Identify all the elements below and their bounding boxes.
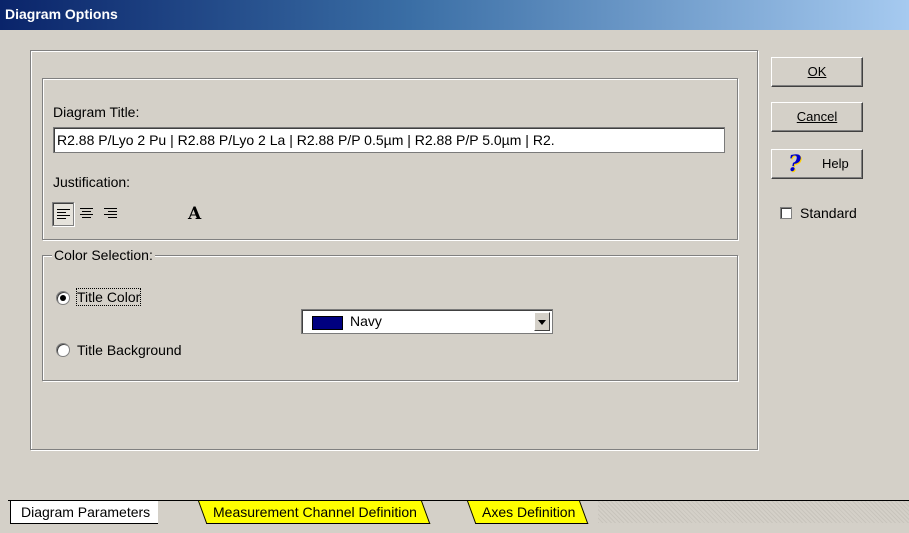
ok-button-label: OK	[807, 64, 827, 79]
help-button-label: Help	[822, 156, 849, 171]
color-swatch	[312, 316, 343, 330]
tab-strip-empty-area	[598, 501, 909, 523]
title-background-radio[interactable]	[56, 343, 70, 357]
tab-axes-definition-label: Axes Definition	[482, 504, 576, 520]
ok-button[interactable]: OK	[771, 57, 863, 87]
align-left-icon	[57, 209, 70, 221]
help-icon: ?	[788, 151, 801, 177]
align-center-button[interactable]	[76, 202, 98, 226]
tab-measurement-channel-definition-label: Measurement Channel Definition	[213, 504, 417, 520]
tab-measurement-channel-definition[interactable]: Measurement Channel Definition	[198, 501, 431, 524]
standard-label[interactable]: Standard	[800, 205, 857, 221]
font-button[interactable]: A	[188, 204, 201, 224]
title-bar: Diagram Options	[0, 0, 909, 30]
color-select-value: Navy	[350, 313, 382, 329]
cancel-button[interactable]: Cancel	[771, 102, 863, 132]
align-right-icon	[104, 208, 117, 220]
title-color-label[interactable]: Title Color	[75, 288, 142, 306]
align-center-icon	[80, 208, 93, 220]
help-button[interactable]: ? Help	[771, 149, 863, 179]
color-selection-legend: Color Selection:	[52, 247, 155, 263]
align-left-button[interactable]	[52, 202, 74, 226]
window-title: Diagram Options	[5, 6, 118, 22]
title-color-radio[interactable]	[56, 291, 70, 305]
chevron-down-icon[interactable]	[534, 312, 550, 331]
tab-diagram-parameters[interactable]: Diagram Parameters	[10, 501, 159, 524]
title-background-label[interactable]: Title Background	[77, 342, 182, 358]
color-select[interactable]: Navy	[301, 309, 553, 334]
tab-diagram-parameters-label: Diagram Parameters	[21, 504, 151, 520]
cancel-button-label: Cancel	[796, 109, 838, 124]
title-group	[42, 78, 738, 240]
justification-label: Justification:	[53, 174, 131, 190]
tab-axes-definition[interactable]: Axes Definition	[467, 501, 589, 524]
diagram-title-input[interactable]: R2.88 P/Lyo 2 Pu | R2.88 P/Lyo 2 La | R2…	[53, 127, 725, 153]
standard-checkbox[interactable]	[780, 207, 792, 219]
diagram-title-label: Diagram Title:	[53, 104, 140, 120]
align-right-button[interactable]	[100, 202, 122, 226]
tab-strip: Diagram Parameters Measurement Channel D…	[0, 500, 909, 533]
